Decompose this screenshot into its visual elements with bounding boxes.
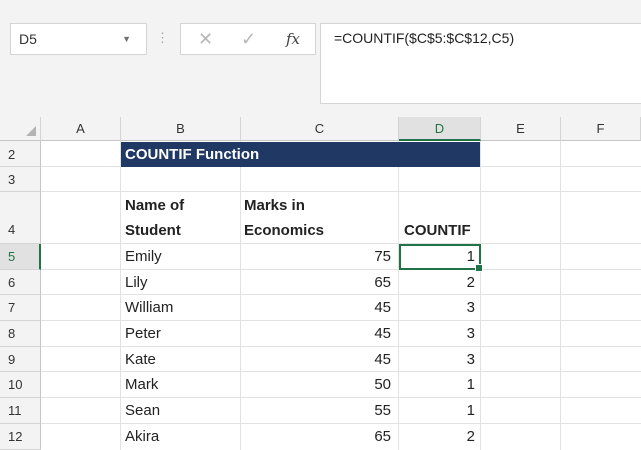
cancel-icon[interactable]: ✕ — [198, 24, 213, 54]
formula-bar-area: D5 ▼ ⋮ ✕ ✓ fx =COUNTIF($C$5:$C$12,C5) — [0, 0, 641, 117]
gridline — [41, 397, 641, 398]
student-name[interactable]: Lily — [125, 274, 148, 291]
marks-value[interactable]: 45 — [241, 351, 391, 368]
worksheet-grid[interactable]: A B C D E F 2 3 4 5 6 7 8 9 10 11 12 COU… — [0, 117, 641, 450]
gridline — [41, 320, 641, 321]
gridline — [560, 141, 561, 450]
countif-value[interactable]: 3 — [399, 299, 475, 316]
countif-value[interactable]: 2 — [399, 274, 475, 291]
select-all-button[interactable] — [0, 117, 41, 141]
gridline — [41, 423, 641, 424]
column-header-c[interactable]: C — [241, 117, 399, 141]
gridline — [120, 141, 121, 450]
countif-value[interactable]: 2 — [399, 428, 475, 445]
name-box[interactable]: D5 ▼ — [10, 23, 147, 55]
row-header-3[interactable]: 3 — [0, 167, 41, 192]
row-header-7[interactable]: 7 — [0, 295, 41, 321]
header-marks-line2[interactable]: Economics — [244, 222, 324, 239]
countif-value[interactable]: 1 — [399, 376, 475, 393]
row-header-8[interactable]: 8 — [0, 321, 41, 347]
column-header-d[interactable]: D — [399, 117, 481, 141]
header-marks-line1[interactable]: Marks in — [244, 197, 305, 214]
countif-value[interactable]: 3 — [399, 325, 475, 342]
row-header-5[interactable]: 5 — [0, 244, 41, 270]
column-header-b[interactable]: B — [121, 117, 241, 141]
gridline — [41, 269, 641, 270]
student-name[interactable]: William — [125, 299, 173, 316]
name-box-value: D5 — [19, 31, 37, 47]
gridline — [480, 141, 481, 450]
marks-value[interactable]: 55 — [241, 402, 391, 419]
marks-value[interactable]: 65 — [241, 274, 391, 291]
sheet-title-cell[interactable]: COUNTIF Function — [121, 142, 480, 167]
row-header-9[interactable]: 9 — [0, 347, 41, 372]
gridline — [41, 346, 641, 347]
student-name[interactable]: Akira — [125, 428, 159, 445]
marks-value[interactable]: 75 — [241, 248, 391, 265]
student-name[interactable]: Emily — [125, 248, 162, 265]
gridline — [41, 371, 641, 372]
row-header-4[interactable]: 4 — [0, 192, 41, 244]
more-options-icon[interactable]: ⋮ — [156, 28, 169, 48]
formula-input[interactable]: =COUNTIF($C$5:$C$12,C5) — [320, 23, 641, 104]
header-countif[interactable]: COUNTIF — [404, 222, 471, 239]
marks-value[interactable]: 45 — [241, 299, 391, 316]
header-name-line2[interactable]: Student — [125, 222, 181, 239]
column-header-a[interactable]: A — [41, 117, 121, 141]
marks-value[interactable]: 45 — [241, 325, 391, 342]
student-name[interactable]: Mark — [125, 376, 158, 393]
student-name[interactable]: Peter — [125, 325, 161, 342]
gridline — [41, 243, 641, 244]
gridline — [41, 191, 641, 192]
gridline — [41, 294, 641, 295]
enter-icon[interactable]: ✓ — [241, 24, 256, 54]
row-header-6[interactable]: 6 — [0, 270, 41, 295]
insert-function-icon[interactable]: fx — [286, 24, 300, 54]
fill-handle[interactable] — [475, 264, 483, 272]
row-header-12[interactable]: 12 — [0, 424, 41, 450]
student-name[interactable]: Kate — [125, 351, 156, 368]
student-name[interactable]: Sean — [125, 402, 160, 419]
row-header-2[interactable]: 2 — [0, 141, 41, 167]
chevron-down-icon[interactable]: ▼ — [122, 24, 131, 54]
row-header-10[interactable]: 10 — [0, 372, 41, 398]
row-header-11[interactable]: 11 — [0, 398, 41, 424]
marks-value[interactable]: 65 — [241, 428, 391, 445]
column-header-e[interactable]: E — [481, 117, 561, 141]
countif-value[interactable]: 1 — [399, 402, 475, 419]
formula-buttons: ✕ ✓ fx — [180, 23, 316, 55]
column-header-f[interactable]: F — [561, 117, 641, 141]
selected-cell-outline[interactable] — [399, 244, 483, 272]
header-name-line1[interactable]: Name of — [125, 197, 184, 214]
countif-value[interactable]: 3 — [399, 351, 475, 368]
marks-value[interactable]: 50 — [241, 376, 391, 393]
